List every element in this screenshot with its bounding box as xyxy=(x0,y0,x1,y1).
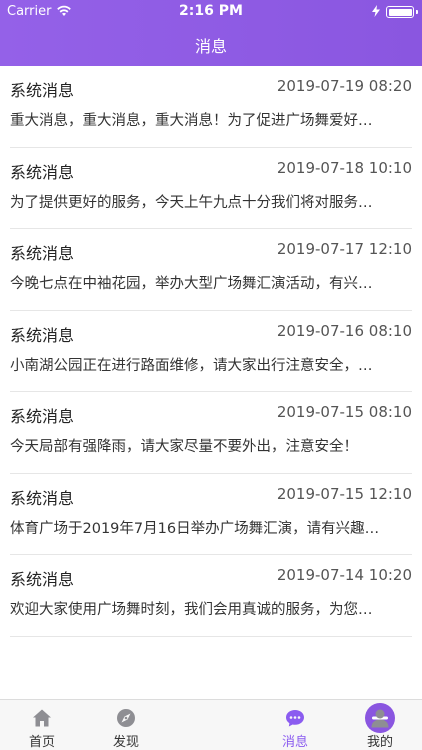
message-title: 系统消息 xyxy=(10,488,75,508)
tab-home-label: 首页 xyxy=(28,735,55,750)
message-list: 系统消息 2019-07-19 08:20 重大消息，重大消息，重大消息！为了促… xyxy=(0,66,422,637)
message-title: 系统消息 xyxy=(10,81,75,100)
battery-icon xyxy=(386,6,418,18)
message-date: 2019-07-17 12:10 xyxy=(276,240,412,258)
charging-icon xyxy=(372,5,380,17)
page-title: 消息 xyxy=(194,37,227,56)
message-item[interactable]: 系统消息 2019-07-17 12:10 今晚七点在中袖花园，举办大型广场舞汇… xyxy=(10,229,412,311)
message-title: 系统消息 xyxy=(10,407,75,426)
message-body: 为了提供更好的服务，今天上午九点十分我们将对服务… xyxy=(10,194,373,211)
status-bar: Carrier 2:16 PM xyxy=(0,0,422,22)
tab-mine[interactable]: 我的 xyxy=(338,700,422,750)
tab-add[interactable] xyxy=(169,700,395,750)
compass-icon xyxy=(117,709,135,727)
message-date: 2019-07-19 08:20 xyxy=(276,77,412,95)
message-item[interactable]: 系统消息 2019-07-14 10:20 欢迎大家使用广场舞时刻，我们会用真诚… xyxy=(10,555,412,637)
message-date: 2019-07-16 08:10 xyxy=(276,321,412,340)
message-body: 今晚七点在中袖花园，举办大型广场舞汇演活动，有兴… xyxy=(10,276,373,292)
message-item[interactable]: 系统消息 2019-07-16 08:10 小南湖公园正在进行路面维修，请大家出… xyxy=(10,311,412,392)
message-item[interactable]: 系统消息 2019-07-19 08:20 重大消息，重大消息，重大消息！为了促… xyxy=(10,66,412,148)
clock: 2:16 PM xyxy=(179,3,243,19)
message-item[interactable]: 系统消息 2019-07-15 12:10 体育广场于2019年7月16日举办广… xyxy=(10,474,412,555)
message-date: 2019-07-14 10:20 xyxy=(276,566,412,584)
tab-home[interactable]: 首页 xyxy=(0,700,84,750)
chat-bubble-icon xyxy=(286,710,304,727)
message-title: 系统消息 xyxy=(10,162,75,182)
message-body: 今天局部有强降雨，请大家尽量不要外出，注意安全！ xyxy=(10,439,358,455)
tab-mine-label: 我的 xyxy=(366,735,393,750)
user-icon xyxy=(371,709,389,728)
message-body: 小南湖公园正在进行路面维修，请大家出行注意安全，… xyxy=(10,357,373,374)
message-item[interactable]: 系统消息 2019-07-15 08:10 今天局部有强降雨，请大家尽量不要外出… xyxy=(10,392,412,474)
message-title: 系统消息 xyxy=(10,570,75,589)
message-date: 2019-07-15 08:10 xyxy=(276,403,412,421)
message-title: 系统消息 xyxy=(10,325,75,345)
message-body: 体育广场于2019年7月16日举办广场舞汇演，请有兴趣… xyxy=(10,520,380,537)
message-date: 2019-07-15 12:10 xyxy=(276,484,412,503)
tab-messages-label: 消息 xyxy=(281,735,308,750)
message-body: 欢迎大家使用广场舞时刻，我们会用真诚的服务，为您… xyxy=(10,602,373,618)
tab-discover-label: 发现 xyxy=(112,735,139,750)
message-title: 系统消息 xyxy=(10,244,75,263)
tab-messages[interactable]: 消息 xyxy=(253,700,337,750)
tab-discover[interactable]: 发现 xyxy=(84,700,168,750)
message-date: 2019-07-18 10:10 xyxy=(276,158,412,177)
navigation-bar: Carrier 2:16 PM 消息 xyxy=(0,0,422,66)
home-icon xyxy=(33,709,51,727)
message-body: 重大消息，重大消息，重大消息！为了促进广场舞爱好… xyxy=(10,113,373,129)
tab-bar: 首页 发现 消息 我的 xyxy=(0,699,422,750)
message-item[interactable]: 系统消息 2019-07-18 10:10 为了提供更好的服务，今天上午九点十分… xyxy=(10,148,412,229)
